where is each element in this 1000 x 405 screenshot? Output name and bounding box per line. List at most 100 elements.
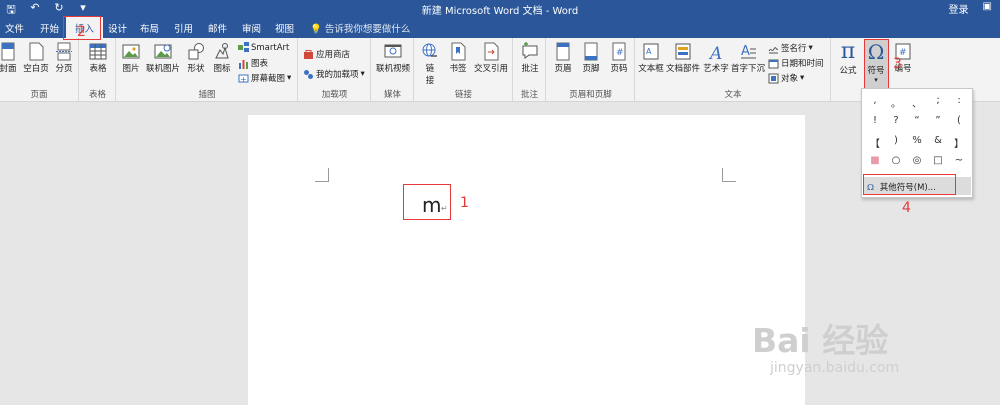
quick-parts-icon: [675, 43, 691, 60]
screenshot-button[interactable]: + 屏幕截图 ▾: [238, 72, 291, 84]
smartart-button[interactable]: SmartArt: [238, 42, 289, 53]
tab-file[interactable]: 文件: [5, 21, 24, 35]
tab-layout[interactable]: 布局: [140, 21, 159, 35]
tab-review[interactable]: 审阅: [242, 21, 261, 35]
cover-page-icon: [1, 42, 15, 61]
symbol-cell[interactable]: :: [949, 95, 969, 106]
symbol-cell[interactable]: “: [907, 115, 927, 126]
text-box-icon: A: [643, 43, 659, 60]
smartart-icon: [238, 42, 249, 52]
bookmark-icon: [451, 42, 466, 61]
my-addins-icon: [304, 69, 313, 79]
object-icon: [768, 73, 779, 83]
online-picture-button[interactable]: 联机图片: [144, 42, 182, 74]
comment-button[interactable]: 批注: [516, 42, 544, 74]
group-links: 链 接 书签 交叉引用 链接: [415, 38, 513, 102]
svg-text:+: +: [240, 75, 247, 84]
symbol-cell[interactable]: □: [928, 155, 948, 166]
group-label-text: 文本: [724, 90, 742, 100]
symbol-cell[interactable]: 【: [865, 135, 885, 150]
calendar-icon: [768, 59, 779, 68]
symbol-cell[interactable]: ): [886, 135, 906, 146]
svg-text:A: A: [741, 44, 750, 59]
shapes-icon: [188, 43, 204, 60]
title-right-controls: 登录 ▣: [949, 1, 992, 16]
symbol-cell[interactable]: ○: [886, 155, 906, 166]
footer-button[interactable]: 页脚: [578, 42, 604, 74]
tab-view[interactable]: 视图: [275, 21, 294, 35]
group-tables: 表格 表格: [80, 38, 116, 102]
cross-reference-icon: [484, 42, 499, 61]
bookmark-button[interactable]: 书签: [446, 42, 470, 74]
icons-button[interactable]: 图标: [210, 42, 234, 74]
page-break-icon: [56, 42, 72, 61]
header-button[interactable]: 页眉: [550, 42, 576, 74]
tab-home[interactable]: 开始: [40, 21, 59, 35]
group-addins: 应用商店 我的加载项 ▾ 加载项: [299, 38, 371, 102]
signature-line-button[interactable]: 签名行 ▾: [768, 42, 813, 54]
group-media: 联机视频 媒体: [372, 38, 414, 102]
quick-parts-button[interactable]: 文档部件: [666, 42, 700, 74]
cross-reference-button[interactable]: 交叉引用: [472, 42, 510, 74]
link-button[interactable]: 链 接: [417, 42, 443, 86]
online-video-button[interactable]: 联机视频: [374, 42, 412, 74]
margin-mark-top-right: [722, 168, 736, 182]
table-button[interactable]: 表格: [84, 42, 112, 74]
ribbon-display-icon[interactable]: ▣: [983, 1, 992, 16]
tab-references[interactable]: 引用: [174, 21, 193, 35]
tab-mailings[interactable]: 邮件: [208, 21, 227, 35]
text-box-button[interactable]: A 文本框: [638, 42, 664, 74]
drop-cap-button[interactable]: A 首字下沉: [731, 42, 765, 74]
symbol-cell[interactable]: ,: [865, 95, 885, 106]
symbol-cell[interactable]: !: [865, 115, 885, 126]
tab-design[interactable]: 设计: [108, 21, 127, 35]
equation-button[interactable]: π 公式: [835, 39, 861, 77]
signature-line-icon: [768, 46, 779, 53]
symbol-cell[interactable]: ■: [865, 155, 885, 166]
document-text[interactable]: m: [422, 193, 441, 217]
group-label-links: 链接: [454, 90, 472, 100]
group-label-addins: 加载项: [321, 90, 348, 100]
object-dropdown-icon: ▾: [800, 73, 805, 83]
store-button[interactable]: 应用商店: [303, 48, 350, 60]
chart-button[interactable]: 图表: [238, 57, 268, 69]
symbol-cell[interactable]: 、: [907, 95, 927, 110]
symbol-cell[interactable]: ?: [886, 115, 906, 126]
group-label-comments: 批注: [520, 90, 538, 100]
group-label-illustrations: 插图: [198, 90, 216, 100]
paragraph-mark-icon: ↵: [441, 204, 448, 213]
wordart-button[interactable]: A 艺术字: [702, 42, 730, 74]
group-comments: 批注 批注: [514, 38, 546, 102]
ribbon-insert: 封面 空白页 分页 页面 表格 表格 图片 联机图片 形状 图标 SmartAr…: [0, 38, 1000, 102]
symbol-cell[interactable]: 】: [949, 135, 969, 150]
signature-dropdown-icon: ▾: [808, 43, 813, 53]
picture-button[interactable]: 图片: [119, 42, 143, 74]
page-break-button[interactable]: 分页: [52, 42, 76, 74]
baidu-watermark-url: jingyan.baidu.com: [770, 360, 900, 376]
my-addins-button[interactable]: 我的加载项 ▾: [303, 68, 365, 80]
pi-icon: π: [840, 39, 856, 64]
symbol-cell[interactable]: ”: [928, 115, 948, 126]
group-header-footer: 页眉 页脚 # 页码 页眉和页脚: [547, 38, 635, 102]
blank-page-button[interactable]: 空白页: [22, 42, 50, 74]
object-button[interactable]: 对象 ▾: [768, 72, 804, 84]
login-button[interactable]: 登录: [949, 1, 969, 16]
margin-mark-top-left: [315, 168, 329, 182]
symbol-cell[interactable]: %: [907, 135, 927, 146]
symbol-cell[interactable]: 。: [886, 95, 906, 110]
symbol-cell[interactable]: ~: [949, 155, 969, 166]
header-icon: [556, 42, 570, 61]
tell-me-search[interactable]: 💡 告诉我你想要做什么: [310, 21, 410, 35]
symbol-cell[interactable]: (: [949, 115, 969, 126]
document-page[interactable]: m ↵ 1: [248, 115, 805, 405]
symbol-cell[interactable]: ◎: [907, 155, 927, 166]
online-video-icon: [384, 44, 402, 58]
chart-icon: [239, 59, 248, 69]
symbol-cell[interactable]: ;: [928, 95, 948, 106]
page-number-button[interactable]: # 页码: [606, 42, 632, 74]
symbol-cell[interactable]: &: [928, 135, 948, 146]
title-bar: 🖫 ↶ ↻ ▾ 新建 Microsoft Word 文档 - Word 登录 ▣: [0, 0, 1000, 17]
cover-page-button[interactable]: 封面: [0, 42, 18, 74]
date-time-button[interactable]: 日期和时间: [768, 57, 824, 69]
shapes-button[interactable]: 形状: [184, 42, 208, 74]
